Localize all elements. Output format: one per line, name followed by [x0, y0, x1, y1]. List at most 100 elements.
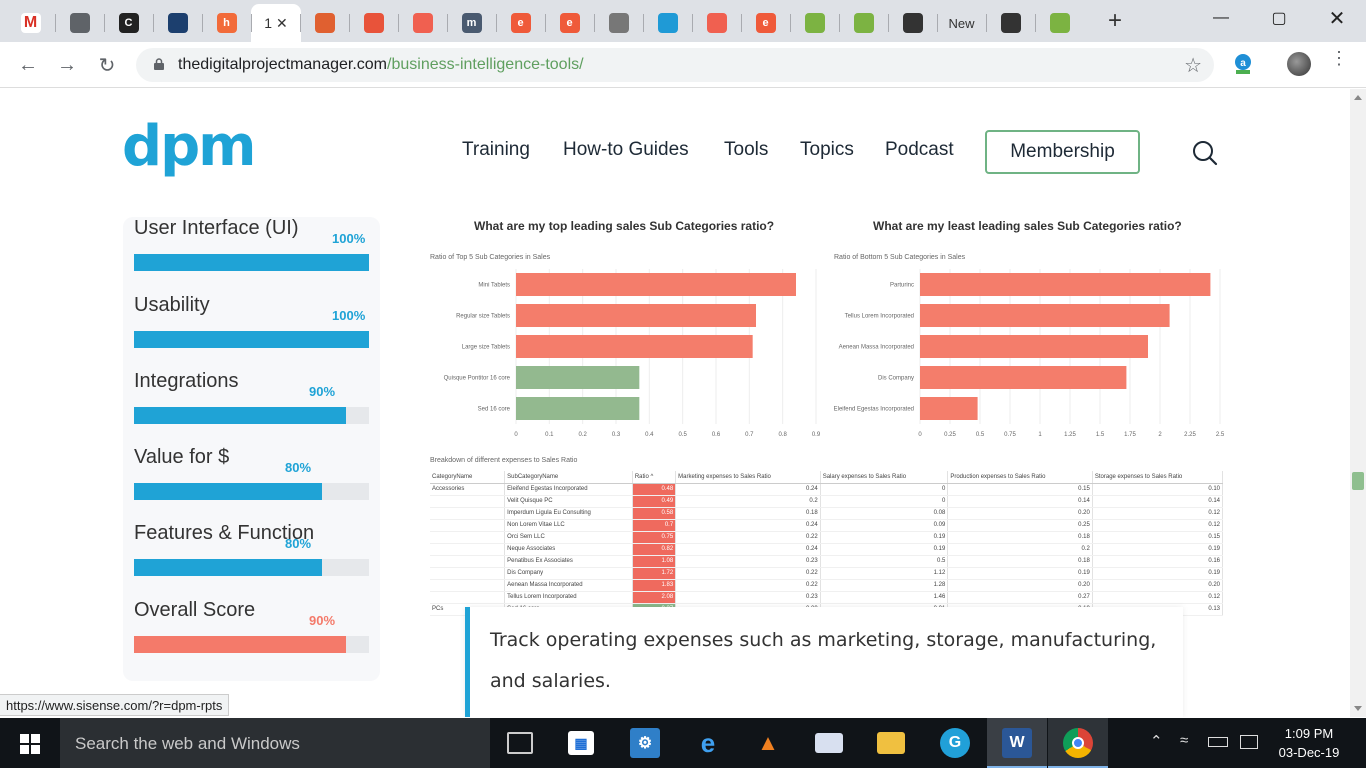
chart-bar[interactable] [516, 397, 640, 420]
browser-tab[interactable]: e [741, 4, 790, 42]
close-window-button[interactable]: ✕ [1312, 0, 1362, 36]
browser-tab[interactable]: 1 ✕ [251, 4, 301, 42]
edge-browser-icon[interactable]: e [693, 728, 723, 758]
bottom-chart-title: What are my least leading sales Sub Cate… [873, 219, 1182, 233]
taskbar-search-box[interactable]: Search the web and Windows [60, 718, 490, 768]
score-bar-fill [134, 559, 322, 576]
word-taskbar-item[interactable]: W [987, 718, 1047, 768]
table-header[interactable]: Marketing expenses to Sales Ratio [675, 471, 821, 484]
chart-bar[interactable] [920, 366, 1127, 389]
score-label: Integrations [134, 370, 239, 392]
chart-bar[interactable] [516, 304, 756, 327]
tab-close-icon[interactable]: ✕ [276, 15, 288, 32]
browser-tab[interactable] [790, 4, 839, 42]
table-header[interactable]: Ratio ^ [632, 471, 677, 484]
reload-button[interactable]: ↻ [93, 51, 121, 79]
membership-button[interactable]: Membership [985, 130, 1140, 174]
new-tab-button[interactable]: + [1102, 7, 1128, 34]
table-header[interactable]: CategoryName [430, 471, 506, 484]
table-cell: Neque Associates [504, 543, 633, 556]
profile-avatar[interactable] [1287, 52, 1311, 76]
browser-tab[interactable]: e [496, 4, 545, 42]
minimize-button[interactable]: — [1196, 0, 1246, 36]
browser-tab[interactable] [986, 4, 1035, 42]
browser-tab[interactable] [839, 4, 888, 42]
extension-icon[interactable]: a [1231, 52, 1255, 76]
nav-topics[interactable]: Topics [800, 139, 854, 161]
browser-menu-icon[interactable]: ⋮ [1330, 49, 1348, 67]
chart-bar[interactable] [920, 304, 1170, 327]
back-button[interactable]: ← [14, 51, 42, 79]
category-label: Aenean Massa Incorporated [839, 345, 914, 351]
tab-separator [1035, 14, 1036, 32]
battery-icon[interactable] [1208, 737, 1228, 747]
page-scrollbar[interactable] [1350, 89, 1366, 717]
browser-tab[interactable] [153, 4, 202, 42]
browser-tab[interactable] [594, 4, 643, 42]
taskbar-clock[interactable]: 1:09 PM 03-Dec-19 [1271, 724, 1347, 762]
maximize-button[interactable]: ▢ [1254, 0, 1304, 36]
forward-button[interactable]: → [53, 51, 81, 79]
clock-time: 1:09 PM [1284, 726, 1334, 741]
browser-tab[interactable] [888, 4, 937, 42]
browser-tab[interactable] [398, 4, 447, 42]
chart-bar[interactable] [516, 335, 753, 358]
browser-tab[interactable] [1035, 4, 1084, 42]
chart-bar[interactable] [516, 273, 796, 296]
browser-tab[interactable] [692, 4, 741, 42]
chart-bar[interactable] [920, 335, 1148, 358]
scroll-up-icon[interactable] [1354, 95, 1362, 100]
scroll-thumb[interactable] [1352, 472, 1364, 490]
notifications-icon[interactable] [1240, 735, 1258, 749]
table-header[interactable]: Production expenses to Sales Ratio [947, 471, 1093, 484]
vlc-icon[interactable]: ▲ [753, 728, 783, 758]
bookmark-star-icon[interactable]: ☆ [1184, 53, 1202, 78]
windows-start-icon[interactable] [20, 734, 40, 754]
table-cell: 0.12 [1092, 519, 1224, 532]
table-header[interactable]: Salary expenses to Sales Ratio [820, 471, 949, 484]
browser-tab[interactable] [349, 4, 398, 42]
chart-bar[interactable] [920, 273, 1211, 296]
tray-chevron-icon[interactable]: ⌃ [1150, 732, 1163, 750]
browser-tab[interactable] [643, 4, 692, 42]
search-icon[interactable] [1192, 140, 1218, 166]
browser-tab[interactable] [55, 4, 104, 42]
score-bar-fill [134, 331, 369, 348]
browser-tab[interactable]: C [104, 4, 153, 42]
settings-gear-icon[interactable]: ⚙ [630, 728, 660, 758]
browser-tab[interactable] [300, 4, 349, 42]
nav-training[interactable]: Training [462, 139, 530, 161]
chart-bar[interactable] [516, 366, 640, 389]
store-icon[interactable]: ▦ [568, 731, 594, 755]
score-metric: User Interface (UI) 100% [134, 217, 369, 277]
score-percent: 90% [309, 613, 336, 628]
table-row: Imperdum Ligula Eu Consulting 0.58 0.18 0.0… [430, 507, 1224, 520]
taskbar-search-placeholder: Search the web and Windows [75, 734, 300, 753]
table-cell: 0.24 [675, 519, 821, 532]
table-cell: 0.82 [632, 543, 677, 556]
nav-how-to-guides[interactable]: How-to Guides [563, 139, 689, 161]
wifi-icon[interactable]: ≈ [1180, 732, 1188, 749]
chart-bar[interactable] [920, 397, 978, 420]
nav-podcast[interactable]: Podcast [885, 139, 954, 161]
grammarly-icon[interactable]: G [940, 728, 970, 758]
address-bar[interactable]: thedigitalprojectmanager.com/business-in… [136, 48, 1214, 82]
scroll-down-icon[interactable] [1354, 706, 1362, 711]
task-view-icon[interactable] [507, 732, 533, 754]
browser-tab[interactable]: m [447, 4, 496, 42]
browser-tab[interactable]: e [545, 4, 594, 42]
nav-tools[interactable]: Tools [724, 139, 768, 161]
photos-icon[interactable] [815, 733, 843, 753]
table-header[interactable]: SubCategoryName [504, 471, 633, 484]
table-header[interactable]: Storage expenses to Sales Ratio [1092, 471, 1224, 484]
chrome-taskbar-item[interactable] [1048, 718, 1108, 768]
file-explorer-icon[interactable] [877, 732, 905, 754]
browser-tab[interactable]: New [937, 4, 986, 42]
e-icon: e [510, 13, 531, 33]
browser-tab[interactable]: M [6, 4, 55, 42]
site-logo[interactable]: dpm [122, 117, 257, 177]
table-cell: Penatibus Ex Associates [504, 555, 633, 568]
browser-tab[interactable]: h [202, 4, 251, 42]
category-label: Tellus Lorem Incorporated [845, 314, 914, 320]
table-cell: 0.27 [947, 591, 1093, 604]
